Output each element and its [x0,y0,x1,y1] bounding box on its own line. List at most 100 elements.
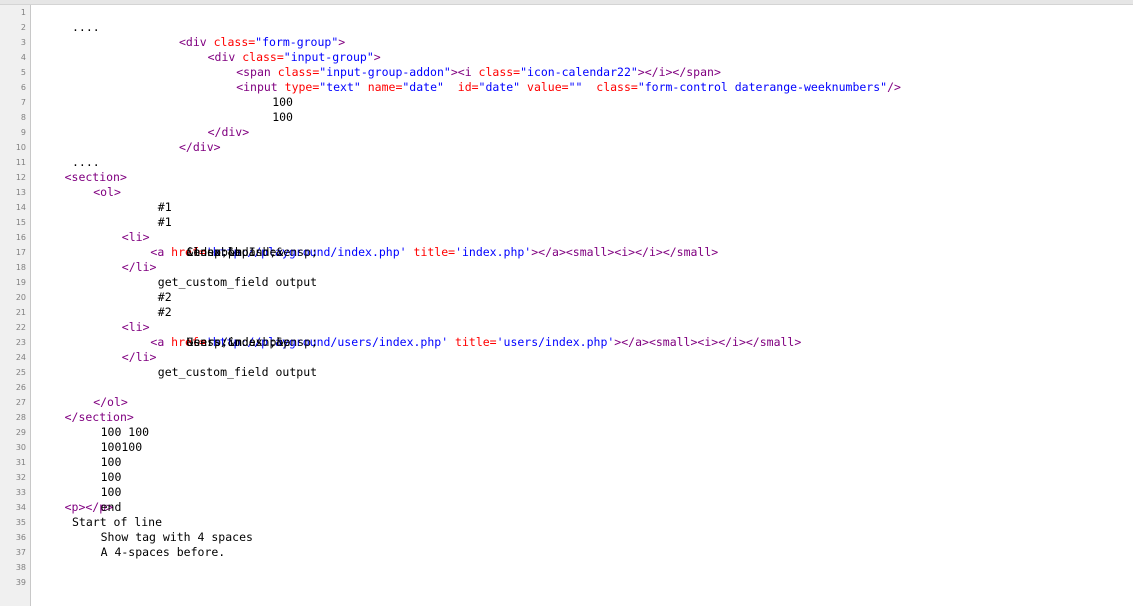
line-number: 25 [15,368,26,377]
line-number: 35 [15,518,26,527]
code-token: title= [406,245,456,259]
code-token: #2 [157,290,172,304]
code-line: 27 </ol> [0,395,1133,410]
code-token: "form-group" [255,35,339,49]
code-token: 100 [272,95,293,109]
code-token: 100 100 [100,425,150,439]
line-number: 31 [15,458,26,467]
line-content: <div class="form-group"> [179,35,345,50]
code-line: 38 [0,560,1133,575]
line-content: <p> end </p> [64,500,122,515]
line-number: 38 [15,563,26,572]
code-line: 4 <div class="input-group"> [0,50,1133,65]
code-line: 34 <p> end </p> [0,500,1133,515]
code-token: class= [277,65,320,79]
code-token: > [373,50,381,64]
code-line: 36 Show tag with 4 spaces [0,530,1133,545]
line-number: 9 [20,128,26,137]
code-token: <ol> [93,185,121,199]
code-token: 100 [100,485,122,499]
code-token: </ol> [93,395,128,409]
code-line: 25 get_custom_field output [0,365,1133,380]
line-number: 27 [15,398,26,407]
code-token: 100 [272,110,293,124]
code-line: 31 100 [0,455,1133,470]
code-token: "date" [478,80,521,94]
line-content: <span class="input-group-addon"><i class… [236,65,721,80]
code-token: "icon-calendar22" [520,65,638,79]
code-token: name= [360,80,403,94]
code-line: 33 100 [0,485,1133,500]
line-content: <li> [122,320,150,335]
code-line: 8 100 [0,110,1133,125]
code-token: </a> [538,245,566,259]
code-token: #2 [157,305,172,319]
line-content: <input type="text" name="date" id="date"… [236,80,901,95]
code-line: 22 <li> [0,320,1133,335]
code-line: 2.... [0,20,1133,35]
code-token: class= [242,50,284,64]
code-token: get_custom_field output [157,275,318,289]
code-line: 12 <section> [0,170,1133,185]
code-token: "date" [402,80,444,94]
code-token: <li> [121,320,150,334]
code-token: </div> [179,140,221,154]
code-area[interactable]: 1 2.... 3 <div class="form-group"> 4 <div cla… [0,5,1133,590]
line-number: 24 [15,353,26,362]
line-content: <ol> [93,185,121,200]
code-token: 100100 [100,440,143,454]
code-token: /> [887,80,901,94]
code-token: "input-group-addon" [319,65,451,79]
line-number: 1 [20,8,26,17]
code-viewer: 1 2.... 3 <div class="form-group"> 4 <div cla… [0,0,1133,606]
code-token: users/index.php [186,335,291,349]
code-token: index.php [186,245,249,259]
code-line: 5 <span class="input-group-addon"><i clas… [0,65,1133,80]
code-token: ></i></span> [637,65,721,79]
line-number: 19 [15,278,26,287]
line-number: 32 [15,473,26,482]
code-line: 30 100100 [0,440,1133,455]
code-token: type= [284,80,320,94]
code-line: 16 <li> [0,230,1133,245]
line-number: 18 [15,263,26,272]
line-content: <a href='http://playground/index.php' ti… [150,245,718,260]
code-token: "input-group" [283,50,374,64]
code-line: 17 <a href='http://playground/index.php' … [0,245,1133,260]
line-number: 15 [15,218,26,227]
code-token: 'index.php' [455,245,532,259]
code-line: 9 </div> [0,125,1133,140]
code-token: end [100,500,122,514]
line-number: 29 [15,428,26,437]
code-line: 1 [0,5,1133,20]
code-token: ><i [450,65,479,79]
code-line: 11.... [0,155,1133,170]
code-token: <p> [64,500,86,514]
code-token: </section> [64,410,134,424]
code-token: id= [443,80,479,94]
code-token: <small><i> [648,335,719,349]
line-content: <section> [65,170,127,185]
code-token: <div [207,50,243,64]
line-number: 16 [15,233,26,242]
line-number: 20 [15,293,26,302]
code-token: "text" [319,80,361,94]
code-line: 10 </div> [0,140,1133,155]
line-number: 2 [20,23,26,32]
code-token: <div [179,35,214,49]
line-number: 33 [15,488,26,497]
line-content: </ol> [93,395,128,410]
code-line: 20 #2 [0,290,1133,305]
line-number: 6 [20,83,26,92]
line-content: </li> [122,260,157,275]
code-token: </li> [121,260,157,274]
code-token: <li> [121,230,150,244]
code-line: 24 </li> [0,350,1133,365]
line-number: 12 [15,173,26,182]
code-line: 21 #2 [0,305,1133,320]
code-line: 26 [0,380,1133,395]
line-content: </div> [208,125,250,140]
code-token: > [338,35,346,49]
code-token: </li> [121,350,157,364]
line-content: </div> [179,140,221,155]
